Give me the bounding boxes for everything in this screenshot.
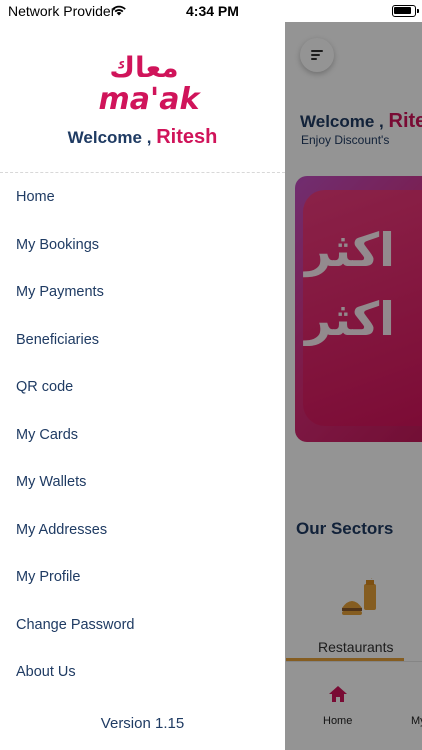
menu-item-beneficiaries[interactable]: Beneficiaries [0,318,285,362]
welcome-label: Welcome , [67,128,152,147]
maak-logo: معاك ma'ak [99,53,202,115]
menu-item-change-password[interactable]: Change Password [0,603,285,647]
menu-item-about-us[interactable]: About Us [0,650,285,694]
app-version: Version 1.15 [100,715,185,732]
svg-text:معاك: معاك [109,53,178,84]
user-name: Ritesh [156,126,218,148]
menu-item-my-payments[interactable]: My Payments [0,270,285,314]
status-time: 4:34 PM [186,3,239,19]
menu-item-my-cards[interactable]: My Cards [0,413,285,457]
drawer-welcome: Welcome , Ritesh [0,126,285,149]
menu-item-my-profile[interactable]: My Profile [0,555,285,599]
status-bar: Network Provider 4:34 PM [0,0,422,22]
battery-icon [392,5,419,17]
menu-item-my-addresses[interactable]: My Addresses [0,508,285,552]
header-divider [0,172,285,173]
menu-item-my-bookings[interactable]: My Bookings [0,223,285,267]
menu-item-my-wallets[interactable]: My Wallets [0,460,285,504]
menu-item-home[interactable]: Home [0,175,285,219]
carrier-name: Network Provider [8,3,116,19]
menu-item-qr-code[interactable]: QR code [0,365,285,409]
wifi-icon [112,5,126,16]
svg-text:ma'ak: ma'ak [99,82,202,115]
side-drawer: معاك ma'ak Welcome , Ritesh Home My Book… [0,22,285,750]
